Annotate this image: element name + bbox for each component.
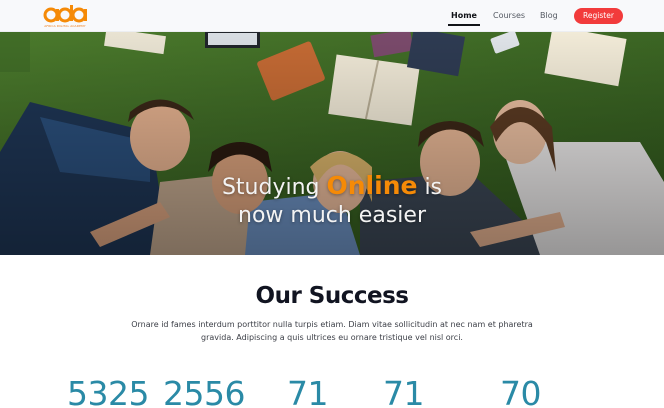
stat-value: 71 xyxy=(287,374,329,408)
section-title-our-success: Our Success xyxy=(255,283,409,309)
brand-logo[interactable]: AFRICA DIGITAL ACADEMY xyxy=(43,5,87,29)
nav-courses-link[interactable]: Courses xyxy=(493,10,525,21)
ada-logo-icon xyxy=(43,5,87,23)
nav-active-indicator xyxy=(448,24,480,26)
stat-value: 2556 xyxy=(163,374,245,408)
register-button[interactable]: Register xyxy=(574,8,623,24)
hero-headline-accent: Online xyxy=(326,171,418,200)
nav-blog-link[interactable]: Blog xyxy=(540,10,558,21)
hero-headline-line1: Studying Online is xyxy=(0,172,664,202)
hero-headline-line2: now much easier xyxy=(238,203,426,228)
nav-home-link[interactable]: Home xyxy=(451,10,477,21)
stat-value: 5325 xyxy=(67,374,149,408)
section-description: Ornare id fames interdum porttitor nulla… xyxy=(131,320,533,342)
top-navbar: AFRICA DIGITAL ACADEMY Home Courses Blog… xyxy=(0,0,664,32)
brand-tagline: AFRICA DIGITAL ACADEMY xyxy=(44,24,86,28)
hero-headline-suffix: is xyxy=(417,175,443,200)
hero-headline-prefix: Studying xyxy=(221,175,327,200)
hero-banner: Studying Online is now much easier xyxy=(0,32,664,255)
stat-value: 71 xyxy=(383,374,425,408)
stat-value: 70 xyxy=(500,374,542,408)
